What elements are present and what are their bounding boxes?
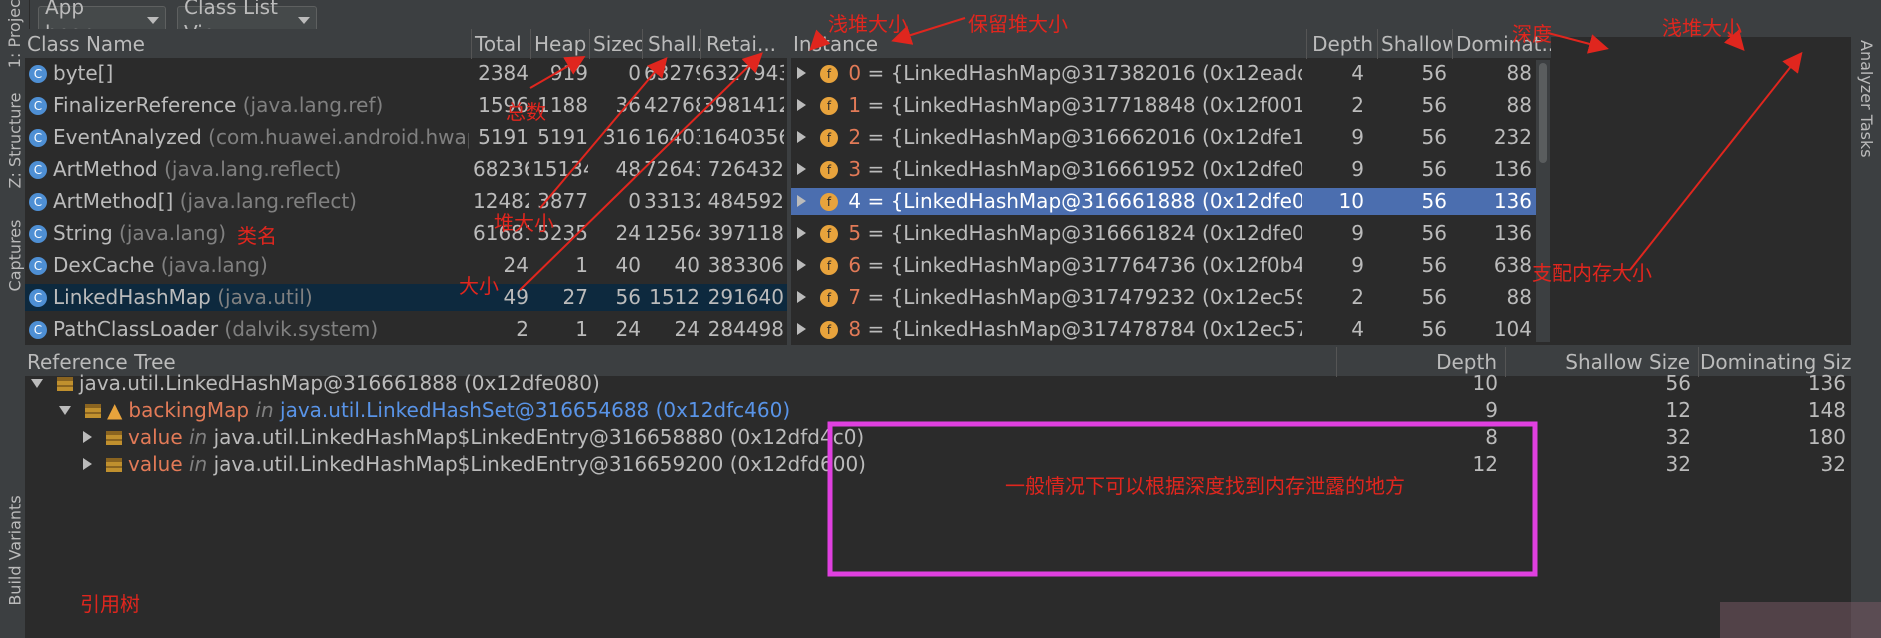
arrow-heap [539, 56, 668, 209]
annotation-dominating: 支配内存大小 [1532, 261, 1652, 285]
annotation-heap-size: 堆大小 [494, 211, 554, 235]
annotation-ref-tree: 引用树 [80, 592, 140, 616]
annotation-shallow: 浅堆大小 [828, 12, 908, 36]
highlight-box [827, 421, 1538, 577]
annotation-leak-tip: 一般情况下可以根据深度找到内存泄露的地方 [1005, 474, 1405, 498]
annotation-total: 总数 [506, 100, 546, 124]
arrow-total [529, 56, 586, 89]
arrow-depth [1547, 32, 1609, 54]
annotation-depth: 深度 [1512, 22, 1552, 46]
annotation-class-name: 类名 [237, 224, 277, 248]
arrow-shallow [809, 29, 831, 51]
annotation-arrows [519, 17, 1881, 638]
corner-watermark [1720, 602, 1881, 638]
arrow-dominating [1629, 51, 1803, 271]
annotation-retained: 保留堆大小 [968, 12, 1068, 36]
annotation-shallow2: 浅堆大小 [1662, 16, 1742, 40]
annotation-size: 大小 [459, 274, 499, 298]
